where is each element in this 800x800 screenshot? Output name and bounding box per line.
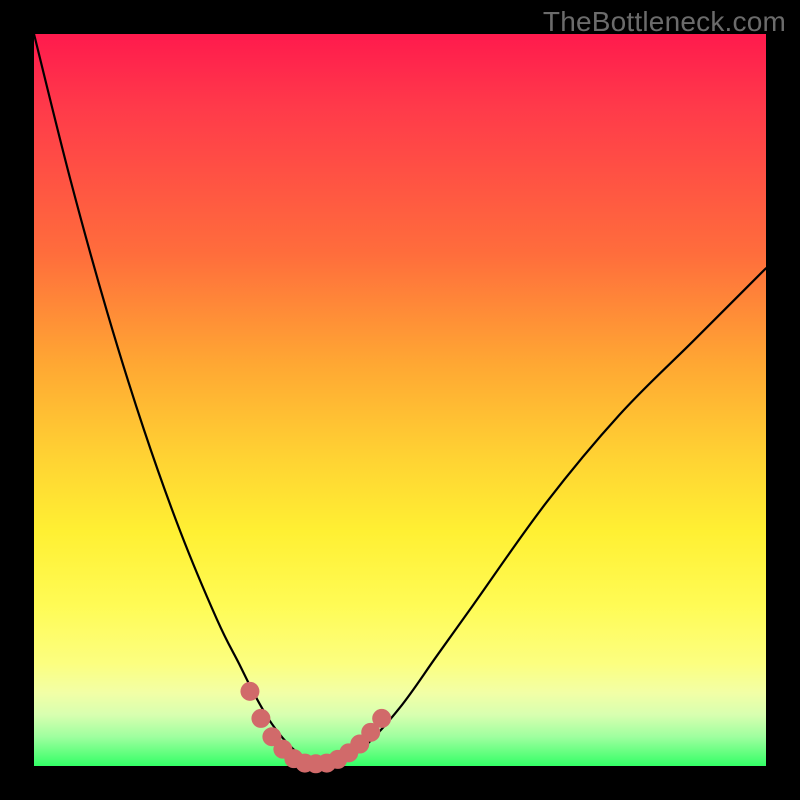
chart-frame: TheBottleneck.com (0, 0, 800, 800)
dot-point (251, 709, 270, 728)
plot-area (34, 34, 766, 766)
bottleneck-curve (34, 34, 766, 764)
dot-point (240, 682, 259, 701)
dot-point (372, 709, 391, 728)
dot-cluster (240, 682, 391, 773)
chart-svg (34, 34, 766, 766)
